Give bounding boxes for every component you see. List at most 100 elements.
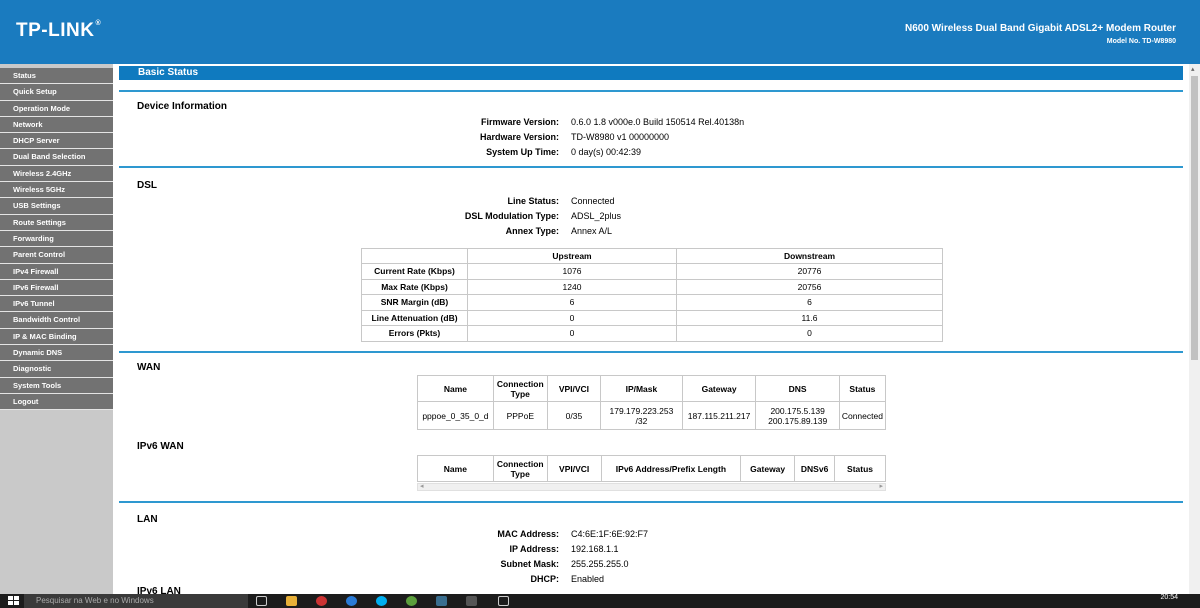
divider: [119, 90, 1183, 92]
sidebar-item-logout[interactable]: Logout: [0, 393, 113, 411]
ipv6-wan-heading: IPv6 WAN: [137, 441, 184, 452]
sidebar-item-status[interactable]: Status: [0, 68, 113, 85]
logo-text: TP-LINK: [16, 20, 95, 41]
app-icon[interactable]: [498, 596, 509, 606]
sidebar-item-network[interactable]: Network: [0, 116, 113, 134]
table-cell: 0: [467, 325, 677, 342]
app-icon[interactable]: [406, 596, 417, 606]
info-value: ADSL_2plus: [571, 211, 622, 221]
column-header: Status: [834, 455, 886, 482]
dsl-heading: DSL: [137, 180, 157, 191]
table-cell: 6: [467, 294, 677, 311]
sidebar-item-quick-setup[interactable]: Quick Setup: [0, 84, 113, 101]
sidebar-item-dual-band-selection[interactable]: Dual Band Selection: [0, 149, 113, 166]
scroll-right-icon[interactable]: ▸: [879, 482, 883, 490]
table-cell: 11.6: [676, 309, 943, 326]
column-header: Connection Type: [492, 455, 548, 482]
horizontal-scrollbar[interactable]: ◂ ▸: [417, 483, 886, 491]
sidebar-item-system-tools[interactable]: System Tools: [0, 377, 113, 394]
info-label: IP Address:: [509, 544, 559, 554]
table-row: Current Rate (Kbps) 1076 20776: [361, 263, 943, 280]
info-value: 192.168.1.1: [571, 544, 619, 554]
task-view-icon[interactable]: [256, 596, 267, 606]
info-label: Firmware Version:: [480, 117, 559, 127]
page-title: Basic Status: [119, 66, 1183, 80]
sidebar-item-wireless-5ghz[interactable]: Wireless 5GHz: [0, 182, 113, 199]
column-header: VPI/VCI: [546, 455, 602, 482]
wan-dns-1: 200.175.5.139: [770, 405, 825, 416]
column-header: Gateway: [681, 375, 757, 402]
sidebar-item-usb-settings[interactable]: USB Settings: [0, 198, 113, 215]
info-label: System Up Time:: [486, 147, 559, 157]
app-icon[interactable]: [436, 596, 447, 606]
chrome-icon[interactable]: [316, 596, 327, 606]
wan-status: Connected: [838, 401, 887, 430]
table-cell: 20776: [676, 263, 943, 280]
vertical-scrollbar[interactable]: ▴: [1189, 64, 1200, 594]
scrollbar-thumb[interactable]: [1191, 76, 1198, 360]
info-label: DHCP:: [530, 574, 560, 584]
column-header: DNS: [755, 375, 840, 402]
file-explorer-icon[interactable]: [286, 596, 297, 606]
wan-ip: 179.179.223.253: [609, 405, 674, 416]
product-info: N600 Wireless Dual Band Gigabit ADSL2+ M…: [905, 22, 1176, 48]
scroll-left-icon[interactable]: ◂: [420, 482, 424, 490]
info-value: Annex A/L: [571, 226, 613, 236]
info-value: 0 day(s) 00:42:39: [571, 147, 642, 157]
sidebar-item-dhcp-server[interactable]: DHCP Server: [0, 133, 113, 150]
model-number: Model No. TD-W8980: [1106, 38, 1176, 45]
sidebar: Status Quick Setup Operation Mode Network DH…: [0, 64, 113, 594]
table-row: Errors (Pkts) 0 0: [361, 325, 943, 342]
info-label: Hardware Version:: [479, 132, 559, 142]
table-cell: 20756: [676, 278, 943, 295]
column-header: Upstream: [467, 248, 677, 264]
sidebar-item-ipv6-tunnel[interactable]: IPv6 Tunnel: [0, 296, 113, 313]
info-row: Annex Type: Annex A/L: [113, 226, 913, 240]
sidebar-item-dynamic-dns[interactable]: Dynamic DNS: [0, 345, 113, 362]
windows-start-icon[interactable]: [8, 596, 19, 606]
sidebar-item-operation-mode[interactable]: Operation Mode: [0, 100, 113, 117]
info-label: Line Status:: [507, 196, 559, 206]
info-row: IP Address: 192.168.1.1: [113, 544, 913, 558]
header: TP-LINK® N600 Wireless Dual Band Gigabit…: [0, 0, 1200, 64]
sidebar-item-ipv6-firewall[interactable]: IPv6 Firewall: [0, 279, 113, 297]
table-row: SNR Margin (dB) 6 6: [361, 294, 943, 311]
info-value: 0.6.0 1.8 v000e.0 Build 150514 Rel.40138…: [571, 117, 745, 127]
sidebar-item-ip-mac-binding[interactable]: IP & MAC Binding: [0, 328, 113, 346]
taskbar-search-input[interactable]: Pesquisar na Web e no Windows: [24, 594, 248, 608]
browser-icon[interactable]: [346, 596, 357, 606]
sidebar-item-parent-control[interactable]: Parent Control: [0, 247, 113, 264]
column-header: IPv6 Address/Prefix Length: [600, 455, 742, 482]
info-label: MAC Address:: [497, 529, 559, 539]
ipv6-wan-table: Name Connection Type VPI/VCI IPv6 Address/P…: [417, 455, 886, 482]
info-label: DSL Modulation Type:: [464, 211, 559, 221]
sidebar-item-diagnostic[interactable]: Diagnostic: [0, 361, 113, 378]
table-cell: 0: [467, 309, 677, 326]
sidebar-item-route-settings[interactable]: Route Settings: [0, 214, 113, 231]
sidebar-item-wireless-2-4ghz[interactable]: Wireless 2.4GHz: [0, 165, 113, 183]
column-header: Gateway: [740, 455, 796, 482]
info-row: Hardware Version: TD-W8980 v1 00000000: [113, 132, 913, 146]
main-content: Basic Status Device Information Firmware…: [113, 64, 1189, 594]
info-row: Firmware Version: 0.6.0 1.8 v000e.0 Build…: [113, 117, 913, 131]
info-row: MAC Address: C4:6E:1F:6E:92:F7: [113, 529, 913, 543]
info-label: Subnet Mask:: [500, 559, 559, 569]
table-cell: 1076: [467, 263, 677, 280]
table-row: Max Rate (Kbps) 1240 20756: [361, 278, 943, 295]
wan-vpi-vci: 0/35: [546, 401, 602, 430]
info-value: Connected: [571, 196, 615, 206]
sidebar-item-forwarding[interactable]: Forwarding: [0, 230, 113, 248]
column-header: [361, 248, 468, 264]
app-icon[interactable]: [466, 596, 477, 606]
clock[interactable]: 20:54: [1160, 594, 1178, 601]
info-row: DSL Modulation Type: ADSL_2plus: [113, 211, 913, 225]
column-header: Name: [417, 455, 494, 482]
sidebar-item-bandwidth-control[interactable]: Bandwidth Control: [0, 312, 113, 329]
row-label: Current Rate (Kbps): [361, 263, 468, 280]
device-info-heading: Device Information: [137, 101, 228, 112]
wan-dns-2: 200.175.89.139: [768, 415, 828, 426]
scroll-up-icon[interactable]: ▴: [1191, 65, 1195, 73]
skype-icon[interactable]: [376, 596, 387, 606]
sidebar-item-ipv4-firewall[interactable]: IPv4 Firewall: [0, 263, 113, 280]
table-row: Line Attenuation (dB) 0 11.6: [361, 309, 943, 326]
